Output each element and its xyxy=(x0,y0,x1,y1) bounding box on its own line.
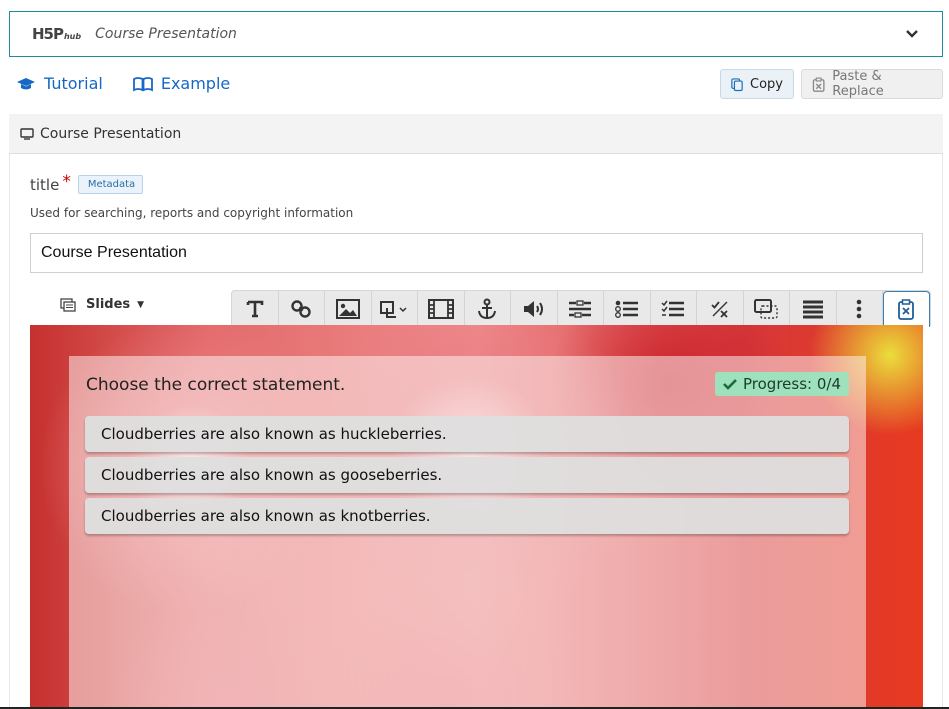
go-to-slide-tool[interactable] xyxy=(465,291,511,327)
slides-label: Slides xyxy=(86,297,131,312)
single-choice-set-element[interactable]: Choose the correct statement. Progress: … xyxy=(69,356,866,709)
help-links: Tutorial Example xyxy=(16,74,260,93)
section-header: Course Presentation xyxy=(9,114,943,154)
single-choice-set-icon xyxy=(614,300,638,318)
title-label-text: title xyxy=(30,176,60,194)
graduation-cap-icon xyxy=(17,77,35,89)
slides-icon xyxy=(60,297,76,312)
copy-button[interactable]: Copy xyxy=(720,69,794,99)
answer-option[interactable]: Cloudberries are also known as huckleber… xyxy=(85,416,849,452)
image-tool[interactable] xyxy=(325,291,372,327)
metadata-button[interactable]: Metadata xyxy=(77,174,144,194)
true-false-icon xyxy=(711,301,728,318)
slides-dropdown[interactable]: Slides ▼ xyxy=(60,297,144,312)
interactive-summary-icon xyxy=(754,299,778,319)
audio-tool[interactable] xyxy=(511,291,558,327)
checkmark-icon xyxy=(723,379,737,390)
required-asterisk: * xyxy=(62,172,71,192)
fill-in-blanks-icon xyxy=(569,300,592,318)
single-choice-set-tool[interactable] xyxy=(604,291,651,327)
text-icon xyxy=(246,300,264,318)
tutorial-label: Tutorial xyxy=(44,74,103,93)
more-tools[interactable] xyxy=(837,291,883,327)
progress-text: Progress: 0/4 xyxy=(743,375,841,393)
copy-icon xyxy=(731,77,743,91)
multiple-choice-icon xyxy=(661,300,685,317)
title-field-description: Used for searching, reports and copyrigh… xyxy=(30,206,354,220)
h5p-hub-logo: H5P hub xyxy=(32,25,82,43)
video-icon xyxy=(427,299,454,319)
fill-in-blanks-tool[interactable] xyxy=(558,291,604,327)
interactive-summary-tool[interactable] xyxy=(744,291,790,327)
table-tool[interactable] xyxy=(790,291,837,327)
answer-option[interactable]: Cloudberries are also known as gooseberr… xyxy=(85,457,849,493)
answer-option[interactable]: Cloudberries are also known as knotberri… xyxy=(85,498,849,534)
anchor-icon xyxy=(478,298,497,320)
table-icon xyxy=(802,300,823,319)
content-toolbar xyxy=(231,290,931,327)
video-tool[interactable] xyxy=(418,291,465,327)
shapes-icon xyxy=(380,301,407,318)
speaker-icon xyxy=(523,301,543,317)
link-icon xyxy=(291,300,311,318)
paste-icon xyxy=(898,298,915,320)
open-book-icon xyxy=(132,76,153,91)
text-tool[interactable] xyxy=(232,291,279,327)
link-tool[interactable] xyxy=(279,291,325,327)
monitor-icon xyxy=(20,127,34,140)
image-icon xyxy=(335,299,360,319)
title-input[interactable] xyxy=(30,233,923,273)
paste-replace-label: Paste & Replace xyxy=(832,69,884,99)
tutorial-link[interactable]: Tutorial xyxy=(16,74,103,93)
example-link[interactable]: Example xyxy=(132,74,231,93)
section-title: Course Presentation xyxy=(40,125,182,142)
example-label: Example xyxy=(160,74,231,93)
paste-icon xyxy=(812,77,825,92)
true-false-tool[interactable] xyxy=(697,291,744,327)
title-field-label: title * Metadata xyxy=(30,172,144,195)
progress-badge: Progress: 0/4 xyxy=(715,372,849,396)
slide-canvas[interactable]: Choose the correct statement. Progress: … xyxy=(30,325,923,709)
chevron-down-icon[interactable] xyxy=(904,26,920,42)
paste-tool[interactable] xyxy=(883,291,930,327)
caret-down-icon: ▼ xyxy=(137,299,145,310)
hub-content-type-title: Course Presentation xyxy=(95,26,237,42)
hub-selector[interactable]: H5P hub Course Presentation xyxy=(9,11,943,57)
more-icon xyxy=(856,299,862,319)
question-text: Choose the correct statement. xyxy=(86,375,346,395)
shapes-tool[interactable] xyxy=(372,291,418,327)
copy-label: Copy xyxy=(750,76,783,92)
multiple-choice-tool[interactable] xyxy=(651,291,697,327)
paste-replace-button[interactable]: Paste & Replace xyxy=(801,69,943,99)
